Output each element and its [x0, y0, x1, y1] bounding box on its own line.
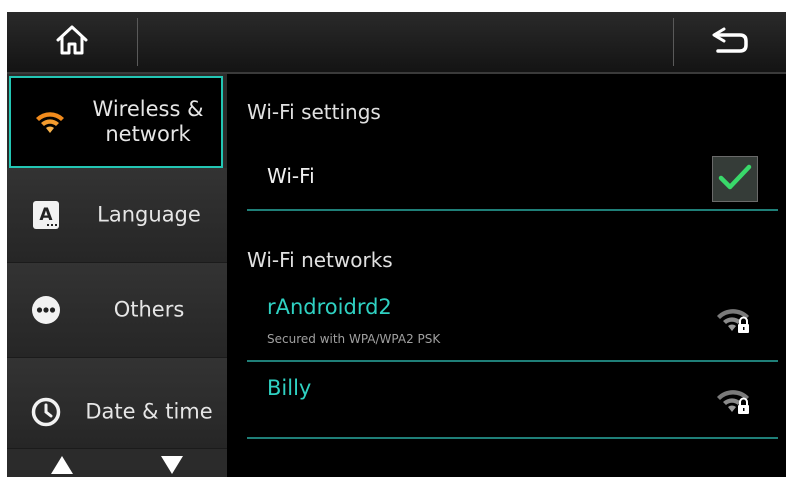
wifi-toggle-label[interactable]: Wi-Fi: [267, 164, 315, 188]
sidebar-item-language[interactable]: A Language: [7, 168, 227, 263]
divider: [247, 437, 778, 439]
divider: [247, 209, 778, 211]
top-bar: [7, 12, 786, 74]
sidebar-scroll-arrows: [7, 446, 227, 477]
sidebar-item-label: Others: [113, 297, 185, 322]
sidebar-item-wireless-network[interactable]: Wireless & network: [9, 76, 223, 168]
sidebar-item-others[interactable]: Others: [7, 263, 227, 358]
wifi-checkbox[interactable]: [712, 156, 758, 202]
checkmark-icon: [718, 163, 752, 195]
triangle-down-icon[interactable]: [161, 456, 183, 474]
sidebar-item-label: Language: [97, 202, 201, 227]
clock-icon: [29, 395, 63, 429]
back-arrow-icon: [710, 25, 750, 59]
home-icon: [55, 24, 89, 60]
triangle-up-icon[interactable]: [51, 456, 73, 474]
wifi-lock-icon: [715, 386, 755, 416]
sidebar-item-label: Wireless & network: [92, 97, 204, 146]
sidebar: Wireless & network A Language Others Dat…: [7, 74, 227, 477]
sidebar-item-date-time[interactable]: Date & time: [7, 358, 227, 449]
wifi-icon: [33, 105, 67, 139]
svg-text:A: A: [39, 205, 53, 225]
divider: [247, 360, 778, 362]
back-button[interactable]: [674, 12, 786, 72]
network-security: Secured with WPA/WPA2 PSK: [267, 332, 441, 346]
network-name: Billy: [267, 376, 312, 400]
wifi-networks-title: Wi-Fi networks: [247, 248, 393, 272]
more-icon: [29, 293, 63, 327]
wifi-lock-icon: [715, 305, 755, 335]
sidebar-item-label: Date & time: [85, 399, 213, 424]
home-button[interactable]: [7, 12, 137, 72]
wifi-settings-title: Wi-Fi settings: [247, 100, 381, 124]
device-screen: Wireless & network A Language Others Dat…: [7, 12, 786, 477]
network-name: rAndroidrd2: [267, 295, 392, 319]
top-strip: [0, 0, 792, 12]
language-icon: A: [29, 198, 63, 232]
topbar-separator: [137, 18, 138, 66]
main-panel: Wi-Fi settings Wi-Fi Wi-Fi networks rAnd…: [227, 74, 786, 477]
